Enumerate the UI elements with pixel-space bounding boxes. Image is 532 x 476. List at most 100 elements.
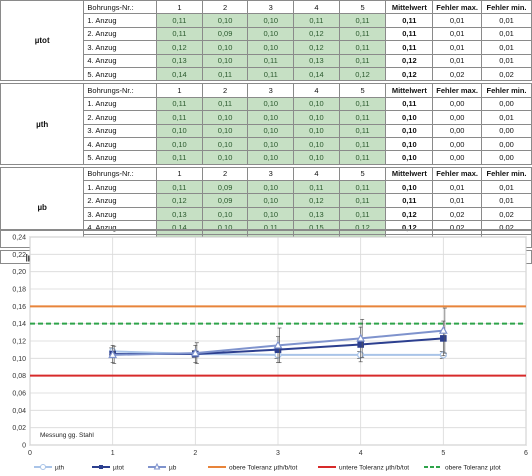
err-min-cell: 0,01 [480, 193, 532, 208]
bore-number-header: 4 [293, 0, 340, 15]
legend-label: obere Toleranz µth/b/tot [229, 465, 298, 472]
value-cell: 0,10 [247, 96, 295, 112]
value-cell: 0,10 [247, 13, 295, 28]
value-cell: 0,13 [293, 206, 340, 222]
legend-marker [153, 462, 161, 470]
legend-marker [40, 464, 46, 470]
value-cell: 0,10 [293, 96, 340, 112]
x-tick-label: 2 [193, 450, 197, 457]
err-min-cell: 0,01 [480, 13, 532, 28]
stat-header: Mittelwert [385, 83, 434, 98]
stat-header: Fehler max. [432, 166, 482, 182]
mean-cell: 0,11 [385, 193, 434, 208]
row-label: 4. Anzug [83, 136, 158, 152]
bore-number-header: 2 [201, 0, 249, 15]
value-cell: 0,11 [338, 180, 387, 195]
bore-number-header: 5 [338, 0, 387, 15]
err-max-cell: 0,02 [432, 66, 482, 82]
err-min-cell: 0,00 [480, 96, 532, 112]
y-tick-label: 0,06 [12, 391, 26, 398]
group-header-row: µth Bohrungs-Nr.: 1 2 3 4 5 Mittelwert Fehler ma… [0, 83, 532, 165]
value-cell: 0,13 [293, 53, 340, 68]
y-tick-label: 0,22 [12, 252, 26, 259]
value-cell: 0,11 [338, 96, 387, 112]
bore-number-header: 5 [338, 83, 387, 98]
err-max-cell: 0,00 [432, 150, 482, 165]
y-tick-label: 0,14 [12, 321, 26, 328]
row-label: 1. Anzug [83, 96, 158, 112]
mean-cell: 0,12 [385, 206, 434, 222]
friction-chart: 0 0,02 0,04 0,06 0,08 0,10 0,12 0,14 0,16 0,18 0,2… [12, 235, 528, 472]
y-tick-label: 0,10 [12, 356, 26, 363]
err-max-cell: 0,01 [432, 53, 482, 68]
mean-cell: 0,11 [385, 13, 434, 28]
chart-annotation: Messung gg. Stahl [40, 432, 94, 439]
err-max-cell: 0,00 [432, 96, 482, 112]
x-tick-label: 1 [111, 450, 115, 457]
stat-header: Fehler max. [432, 83, 482, 98]
col-header-label: Bohrungs-Nr.: [83, 166, 158, 182]
value-cell: 0,11 [338, 13, 387, 28]
bore-number-header: 3 [247, 0, 295, 15]
value-cell: 0,12 [293, 193, 340, 208]
value-cell: 0,10 [201, 206, 249, 222]
value-cell: 0,12 [338, 66, 387, 82]
y-tick-label: 0,20 [12, 269, 26, 276]
group-symbol: µtot [0, 0, 85, 82]
x-tick-label: 3 [276, 450, 280, 457]
row-label: 3. Anzug [83, 40, 158, 55]
bore-number-header: 4 [293, 83, 340, 98]
y-tick-label: 0,04 [12, 408, 26, 415]
data-point [357, 341, 364, 348]
y-tick-label: 0,16 [12, 304, 26, 311]
value-cell: 0,09 [201, 26, 249, 42]
row-label: 5. Anzug [83, 150, 158, 165]
mean-cell: 0,11 [385, 26, 434, 42]
mean-cell: 0,12 [385, 53, 434, 68]
value-cell: 0,10 [247, 26, 295, 42]
row-label: 2. Anzug [83, 193, 158, 208]
stat-header: Fehler min. [480, 83, 532, 98]
stat-header: Fehler min. [480, 166, 532, 182]
err-min-cell: 0,00 [480, 150, 532, 165]
value-cell: 0,10 [247, 136, 295, 152]
value-cell: 0,10 [201, 136, 249, 152]
value-cell: 0,11 [247, 66, 295, 82]
value-cell: 0,10 [156, 123, 203, 138]
err-min-cell: 0,02 [480, 206, 532, 222]
err-min-cell: 0,01 [480, 110, 532, 125]
value-cell: 0,10 [247, 206, 295, 222]
value-cell: 0,12 [156, 40, 203, 55]
value-cell: 0,11 [156, 110, 203, 125]
err-max-cell: 0,02 [432, 206, 482, 222]
x-tick-label: 0 [28, 450, 32, 457]
value-cell: 0,11 [338, 206, 387, 222]
legend-marker [99, 465, 103, 469]
value-cell: 0,11 [156, 96, 203, 112]
err-max-cell: 0,01 [432, 180, 482, 195]
value-cell: 0,11 [338, 40, 387, 55]
bore-number-header: 5 [338, 166, 387, 182]
value-cell: 0,11 [156, 13, 203, 28]
row-label: 3. Anzug [83, 206, 158, 222]
err-min-cell: 0,01 [480, 40, 532, 55]
y-tick-label: 0 [22, 443, 26, 450]
stat-header: Mittelwert [385, 166, 434, 182]
col-header-label: Bohrungs-Nr.: [83, 83, 158, 98]
value-cell: 0,11 [338, 193, 387, 208]
err-max-cell: 0,00 [432, 123, 482, 138]
value-cell: 0,10 [293, 136, 340, 152]
err-max-cell: 0,01 [432, 193, 482, 208]
row-label: 2. Anzug [83, 26, 158, 42]
row-label: 1. Anzug [83, 180, 158, 195]
row-label: 2. Anzug [83, 110, 158, 125]
y-tick-label: 0,12 [12, 339, 26, 346]
x-tick-label: 4 [359, 450, 363, 457]
value-cell: 0,11 [338, 53, 387, 68]
value-cell: 0,11 [293, 180, 340, 195]
y-tick-label: 0,24 [12, 235, 26, 242]
legend-label: obere Toleranz µtot [445, 465, 501, 472]
value-cell: 0,10 [201, 110, 249, 125]
err-min-cell: 0,00 [480, 136, 532, 152]
mean-cell: 0,10 [385, 123, 434, 138]
